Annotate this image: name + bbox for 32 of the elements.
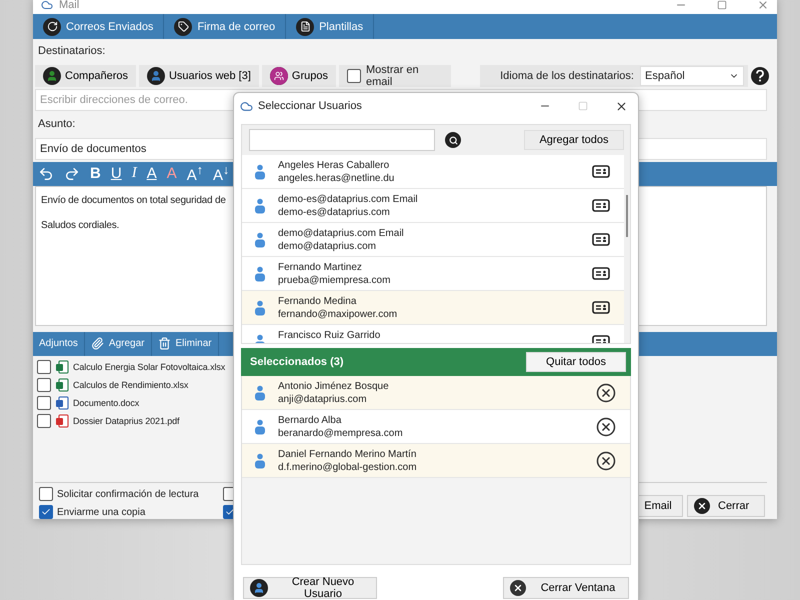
user-email: fernando@maxipower.com bbox=[278, 308, 398, 320]
option-label: Solicitar confirmación de lectura bbox=[57, 488, 199, 500]
dialog-title: Seleccionar Usuarios bbox=[258, 100, 363, 112]
user-email: prueba@miempresa.com bbox=[278, 274, 392, 286]
file-name: Dossier Dataprius 2021.pdf bbox=[73, 416, 180, 426]
user-name: demo-es@dataprius.com Email bbox=[278, 192, 419, 206]
file-name: Documento.docx bbox=[73, 398, 140, 408]
user-email: d.f.merino@global-gestion.com bbox=[278, 460, 418, 474]
user-email: angeles.heras@netline.du bbox=[278, 172, 396, 184]
user-name: Daniel Fernando Merino Martín bbox=[278, 448, 418, 460]
user-email: anji@dataprius.com bbox=[278, 392, 368, 406]
user-name: Fernando Medina bbox=[278, 294, 358, 308]
user-email: demo@dataprius.com bbox=[278, 240, 377, 252]
file-name: Calculos de Rendimiento.xlsx bbox=[73, 380, 188, 390]
user-name: demo@dataprius.com Email bbox=[278, 226, 405, 240]
user-name: Angeles Heras Caballero bbox=[278, 158, 390, 172]
user-email: demo-es@dataprius.com bbox=[278, 206, 391, 218]
user-name: Francisco Ruiz Garrido bbox=[278, 328, 382, 342]
message-paragraph: Envío de documentos on total seguridad de bbox=[41, 194, 226, 206]
message-paragraph: Saludos cordiales. bbox=[41, 220, 120, 231]
language-label: Idioma de los destinatarios: bbox=[500, 70, 634, 82]
window-title: Mail bbox=[59, 0, 80, 12]
user-name: Fernando Martinez bbox=[278, 260, 363, 274]
selected-users-title: Seleccionados (3) bbox=[250, 356, 344, 368]
recipients-label: Destinatarios: bbox=[37, 44, 106, 60]
attachments-title: Adjuntos bbox=[33, 332, 85, 356]
user-email: beranardo@mempresa.com bbox=[278, 426, 404, 440]
user-name: Antonio Jiménez Bosque bbox=[278, 380, 390, 392]
option-label: Enviarme una copia bbox=[57, 506, 146, 518]
file-name: Calculo Energia Solar Fotovoltaica.xlsx bbox=[73, 362, 226, 372]
user-name: Bernardo Alba bbox=[278, 414, 342, 426]
subject-label: Asunto: bbox=[37, 117, 76, 132]
